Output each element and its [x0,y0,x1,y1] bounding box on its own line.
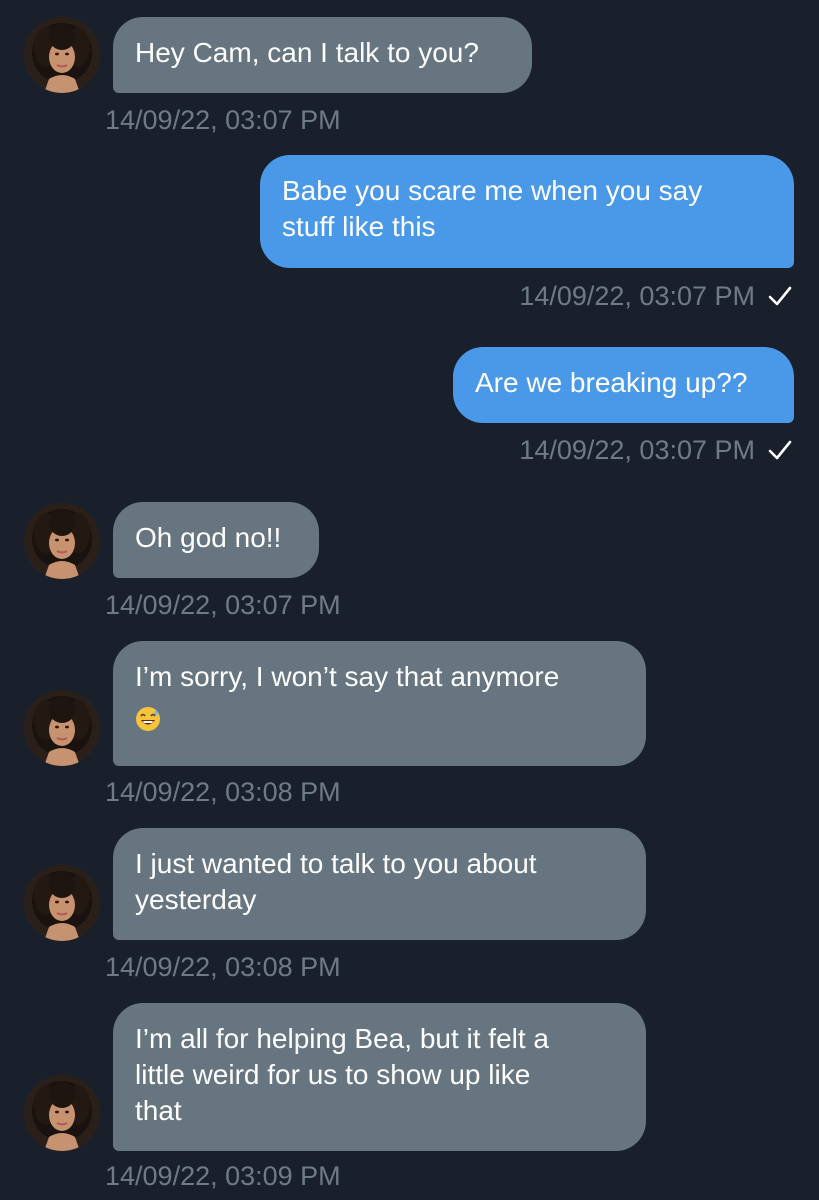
grinning-sweat-emoji [136,707,160,731]
outgoing-message-bubble[interactable]: Are we breaking up?? [453,347,794,423]
message-text: Hey Cam, can I talk to you? [135,37,479,68]
outgoing-message-bubble[interactable]: Babe you scare me when you say stuff lik… [260,155,794,268]
contact-avatar[interactable] [24,17,100,93]
message-text: yesterday [135,884,257,915]
contact-avatar[interactable] [24,865,100,941]
message-text: that [135,1095,182,1126]
message-text: Are we breaking up?? [475,367,748,398]
read-check-icon [768,286,792,306]
incoming-message-bubble[interactable]: I’m sorry, I won’t say that anymore [113,641,646,766]
message-timestamp: 14/09/22, 03:08 PM [105,952,341,982]
message-text: little weird for us to show up like [135,1059,531,1090]
message-timestamp: 14/09/22, 03:07 PM [519,281,755,311]
message-text: I’m all for helping Bea, but it felt a [135,1023,549,1054]
message-text: Oh god no!! [135,522,282,553]
incoming-message-bubble[interactable]: I’m all for helping Bea, but it felt a l… [113,1003,646,1151]
incoming-message-bubble[interactable]: Hey Cam, can I talk to you? [113,17,532,93]
message-timestamp: 14/09/22, 03:08 PM [105,777,341,807]
chat-thread: Hey Cam, can I talk to you? 14/09/22, 03… [0,0,819,1200]
message-text: stuff like this [282,211,436,242]
message-timestamp: 14/09/22, 03:09 PM [105,1161,341,1191]
contact-avatar[interactable] [24,690,100,766]
incoming-message-bubble[interactable]: I just wanted to talk to you about yeste… [113,828,646,940]
message-text: I just wanted to talk to you about [135,848,537,879]
message-status-row: 14/09/22, 03:07 PM [519,280,793,312]
message-timestamp: 14/09/22, 03:07 PM [105,105,341,135]
contact-avatar[interactable] [24,503,100,579]
message-timestamp: 14/09/22, 03:07 PM [105,590,341,620]
read-check-icon [768,440,792,460]
incoming-message-bubble[interactable]: Oh god no!! [113,502,319,578]
message-text: I’m sorry, I won’t say that anymore [135,661,560,692]
contact-avatar[interactable] [24,1075,100,1151]
message-text: Babe you scare me when you say [282,175,703,206]
message-timestamp: 14/09/22, 03:07 PM [519,435,755,465]
message-status-row: 14/09/22, 03:07 PM [519,434,793,466]
